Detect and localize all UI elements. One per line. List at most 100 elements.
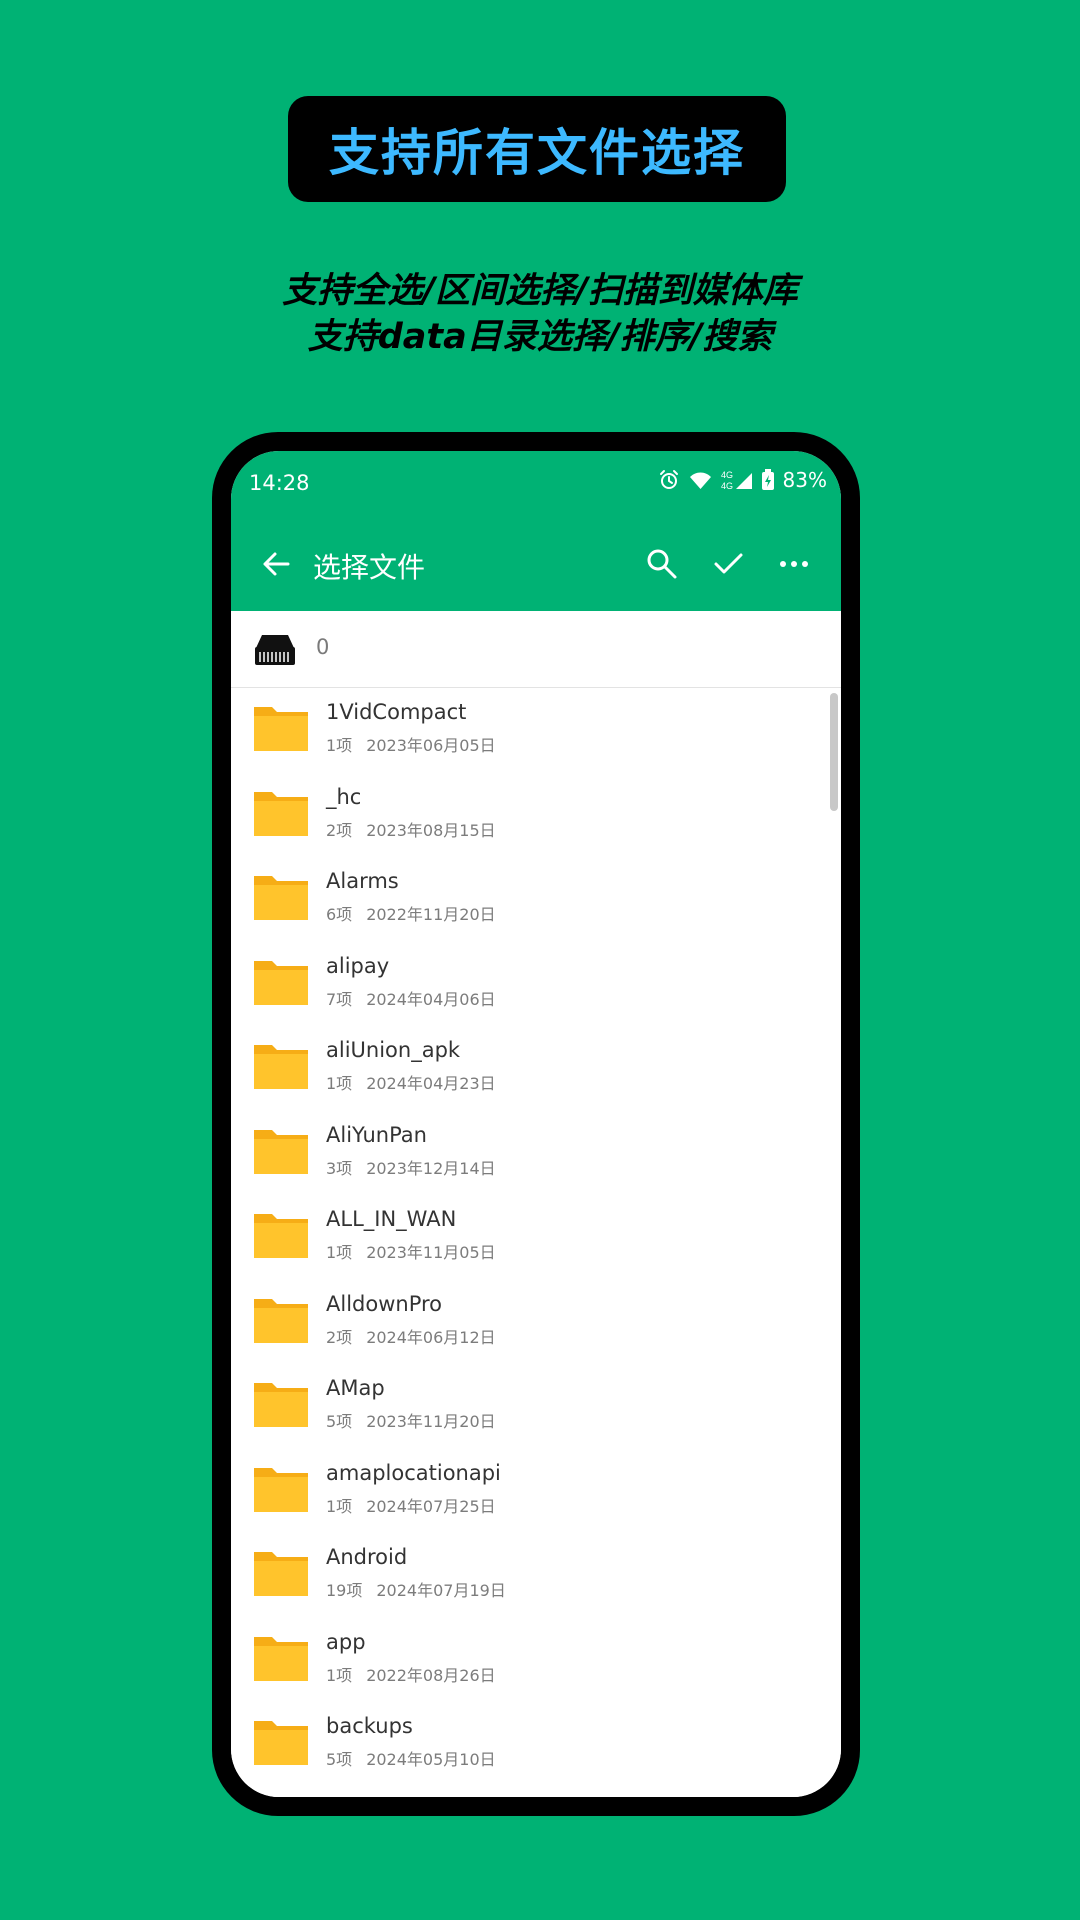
file-list-item[interactable]: backups 5项 2024年05月10日	[231, 1703, 841, 1788]
file-item-count: 19项	[326, 1581, 363, 1600]
file-date: 2024年06月12日	[366, 1327, 496, 1347]
phone-screen: 14:28 4G 4G 83% 选择文件 0 1VidCompact 1项 20…	[231, 451, 841, 1797]
file-name: Android	[326, 1545, 408, 1569]
file-item-count: 5项	[326, 1750, 353, 1769]
file-name: 1VidCompact	[326, 700, 467, 724]
file-meta: 7项 2024年04月06日	[326, 986, 496, 1010]
file-meta: 19项 2024年07月19日	[326, 1577, 506, 1601]
file-date: 2024年07月25日	[366, 1496, 496, 1516]
svg-text:4G: 4G	[721, 470, 733, 480]
file-item-count: 1项	[326, 1074, 353, 1093]
file-date: 2023年06月05日	[366, 736, 496, 755]
promo-subtitle: 支持全选/区间选择/扫描到媒体库 支持data目录选择/排序/搜索	[0, 268, 1080, 360]
file-name: alipay	[326, 953, 390, 978]
file-list[interactable]: 1VidCompact 1项 2023年06月05日 _hc 2项 2023年08月15日…	[231, 689, 841, 1797]
file-list-item[interactable]: baidu	[231, 1788, 841, 1798]
file-date: 2024年04月06日	[366, 989, 496, 1009]
folder-icon	[254, 1552, 308, 1596]
storage-count: 0	[316, 635, 330, 659]
file-meta: 2项 2023年08月15日	[326, 817, 496, 841]
file-meta: 5项 2023年11月20日	[326, 1408, 496, 1432]
file-meta: 3项 2023年12月14日	[326, 1155, 496, 1179]
file-date: 2023年11月05日	[366, 1243, 496, 1262]
file-list-item[interactable]: ALL_IN_WAN 1项 2023年11月05日	[231, 1196, 841, 1281]
file-date: 2024年05月10日	[366, 1750, 496, 1769]
file-date: 2024年04月23日	[366, 1074, 496, 1093]
file-meta: 1项 2024年07月25日	[326, 1493, 496, 1517]
folder-icon	[254, 1467, 308, 1512]
file-date: 2022年11月20日	[366, 905, 496, 924]
more-button[interactable]	[771, 541, 817, 587]
file-name: app	[326, 1629, 366, 1654]
storage-drive-icon	[255, 635, 295, 665]
promo-title-box: 支持所有文件选择	[288, 96, 786, 202]
file-meta: 2项 2024年06月12日	[326, 1324, 496, 1348]
folder-icon	[254, 1298, 308, 1343]
file-date: 2022年08月26日	[366, 1665, 496, 1685]
more-icon	[780, 561, 808, 567]
file-list-item[interactable]: AliYunPan 3项 2023年12月14日	[231, 1112, 841, 1197]
promo-subtitle-line-2: 支持data目录选择/排序/搜索	[307, 317, 773, 357]
folder-icon	[254, 1129, 308, 1174]
confirm-button[interactable]	[705, 541, 751, 587]
file-list-item[interactable]: app 1项 2022年08月26日	[231, 1619, 841, 1704]
signal-icon: 4G 4G	[721, 470, 752, 491]
folder-icon	[254, 1636, 308, 1681]
back-button[interactable]	[253, 541, 299, 587]
file-date: 2023年12月14日	[366, 1158, 496, 1178]
file-meta: 6项 2022年11月20日	[326, 901, 496, 925]
file-item-count: 2项	[326, 820, 353, 840]
file-item-count: 2项	[326, 1327, 353, 1347]
file-name: aliUnion_apk	[326, 1038, 461, 1062]
file-list-item[interactable]: _hc 2项 2023年08月15日	[231, 774, 841, 859]
file-date: 2024年07月19日	[376, 1581, 506, 1600]
file-item-count: 1项	[326, 1243, 353, 1262]
file-item-count: 3项	[326, 1158, 353, 1178]
file-list-item[interactable]: aliUnion_apk 1项 2024年04月23日	[231, 1027, 841, 1112]
file-meta: 1项 2023年06月05日	[326, 732, 496, 756]
search-button[interactable]	[639, 541, 685, 587]
file-meta: 1项 2024年04月23日	[326, 1070, 496, 1094]
promo-title: 支持所有文件选择	[329, 124, 745, 182]
check-icon	[714, 553, 743, 574]
battery-level: 83%	[782, 468, 827, 492]
folder-icon	[254, 1721, 308, 1765]
file-name: AliYunPan	[326, 1122, 427, 1147]
scrollbar-thumb[interactable]	[830, 693, 838, 811]
file-item-count: 1项	[326, 1665, 353, 1685]
svg-text:4G: 4G	[721, 481, 733, 491]
file-name: amaplocationapi	[326, 1460, 501, 1485]
file-date: 2023年08月15日	[366, 820, 496, 840]
file-name: AMap	[326, 1376, 385, 1400]
file-name: ALL_IN_WAN	[326, 1207, 457, 1231]
file-name: _hc	[326, 784, 362, 809]
file-list-item[interactable]: 1VidCompact 1项 2023年06月05日	[231, 689, 841, 774]
file-list-item[interactable]: Android 19项 2024年07月19日	[231, 1534, 841, 1619]
promo-page: 支持所有文件选择 支持全选/区间选择/扫描到媒体库 支持data目录选择/排序/…	[0, 0, 1080, 1920]
battery-icon	[761, 469, 774, 490]
file-name: AlldownPro	[326, 1291, 443, 1316]
file-list-item[interactable]: alipay 7项 2024年04月06日	[231, 943, 841, 1028]
folder-icon	[254, 707, 308, 751]
file-meta: 5项 2024年05月10日	[326, 1746, 496, 1770]
file-item-count: 5项	[326, 1412, 353, 1431]
file-meta: 1项 2023年11月05日	[326, 1239, 496, 1263]
search-icon	[647, 549, 677, 579]
folder-icon	[254, 1383, 308, 1427]
file-list-item[interactable]: AlldownPro 2项 2024年06月12日	[231, 1281, 841, 1366]
file-name: backups	[326, 1714, 413, 1738]
file-name: Alarms	[326, 869, 399, 893]
toolbar-title: 选择文件	[313, 551, 426, 584]
promo-subtitle-line-1: 支持全选/区间选择/扫描到媒体库	[282, 271, 798, 311]
alarm-icon	[659, 470, 678, 489]
file-item-count: 1项	[326, 1496, 353, 1516]
wifi-icon	[689, 472, 711, 489]
folder-icon	[254, 1045, 308, 1089]
file-item-count: 6项	[326, 905, 353, 924]
storage-path-row[interactable]: 0	[231, 611, 841, 688]
status-bar: 14:28 4G 4G 83%	[231, 451, 841, 518]
file-list-item[interactable]: AMap 5项 2023年11月20日	[231, 1365, 841, 1450]
folder-icon	[254, 876, 308, 920]
file-list-item[interactable]: amaplocationapi 1项 2024年07月25日	[231, 1450, 841, 1535]
file-list-item[interactable]: Alarms 6项 2022年11月20日	[231, 858, 841, 943]
